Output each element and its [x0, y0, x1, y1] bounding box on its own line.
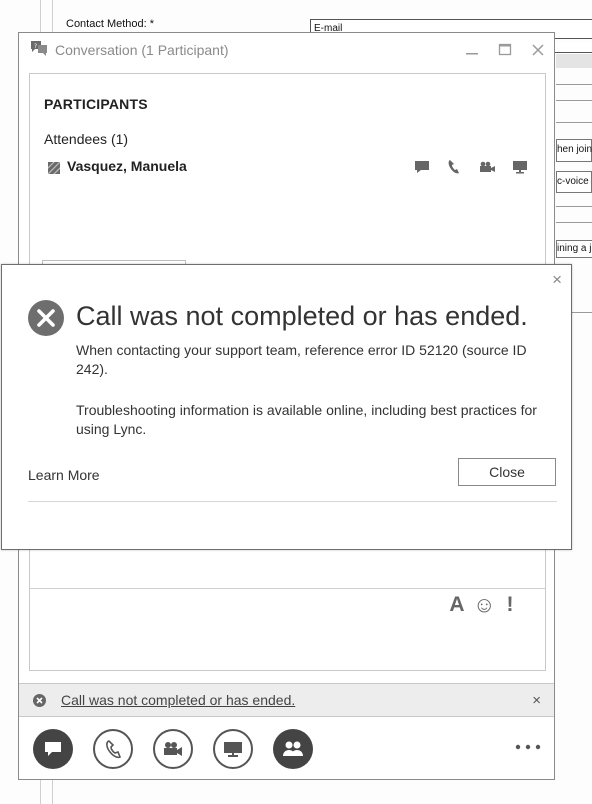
form-row-divider	[556, 84, 592, 85]
priority-icon[interactable]: !	[503, 594, 517, 616]
notification-close-icon[interactable]: ×	[532, 692, 541, 709]
contact-method-label: Contact Method: *	[66, 18, 155, 30]
screen-share-icon[interactable]	[510, 158, 530, 176]
close-icon[interactable]	[528, 40, 548, 60]
dialog-divider	[28, 501, 557, 502]
screen-share-button[interactable]	[213, 729, 253, 769]
compose-icons: A ☺ !	[447, 594, 527, 616]
learn-more-link[interactable]: Learn More	[28, 467, 100, 483]
form-field-text: c-voice	[557, 176, 589, 187]
conversation-title: Conversation (1 Participant)	[55, 42, 229, 58]
font-icon[interactable]: A	[447, 594, 467, 616]
error-dialog: × Call was not completed or has ended. W…	[1, 264, 572, 550]
phone-button[interactable]	[93, 729, 133, 769]
svg-text:?: ?	[34, 43, 37, 50]
im-button[interactable]	[33, 729, 73, 769]
participants-icon	[283, 741, 303, 756]
phone-icon[interactable]	[444, 158, 464, 176]
form-field[interactable]: hen join	[556, 139, 592, 162]
form-row-divider	[556, 122, 592, 123]
screen-share-icon	[224, 742, 242, 757]
form-row-divider	[556, 100, 592, 101]
error-circle-icon	[28, 300, 64, 336]
im-icon	[45, 742, 61, 756]
form-row-divider	[556, 222, 592, 223]
conversation-titlebar[interactable]: ? Conversation (1 Participant)	[19, 33, 554, 67]
participants-button[interactable]	[273, 729, 313, 769]
conversation-toolbar	[19, 717, 554, 779]
form-field[interactable]: ining a j	[556, 240, 592, 258]
phone-icon	[106, 740, 122, 759]
close-button[interactable]: Close	[458, 458, 556, 486]
maximize-icon[interactable]	[495, 40, 515, 60]
dialog-message-error-id: When contacting your support team, refer…	[76, 342, 527, 377]
attendee-row[interactable]: Vasquez, Manuela	[44, 158, 538, 178]
more-options-icon[interactable]	[514, 737, 542, 757]
video-icon	[164, 742, 182, 756]
form-field[interactable]: c-voice	[556, 171, 592, 193]
im-icon[interactable]	[412, 158, 432, 176]
attendees-label[interactable]: Attendees (1)	[44, 131, 128, 147]
participants-heading: PARTICIPANTS	[44, 96, 148, 112]
form-field-text: hen join	[557, 144, 592, 155]
attendee-name[interactable]: Vasquez, Manuela	[67, 158, 187, 174]
presence-icon	[44, 158, 64, 178]
notification-link[interactable]: Call was not completed or has ended.	[61, 692, 295, 708]
dialog-message-troubleshooting: Troubleshooting information is available…	[76, 402, 537, 437]
minimize-icon[interactable]	[462, 40, 482, 60]
emoticon-icon[interactable]: ☺	[473, 594, 495, 616]
dialog-title: Call was not completed or has ended.	[76, 301, 528, 331]
video-button[interactable]	[153, 729, 193, 769]
dialog-close-icon[interactable]: ×	[552, 271, 562, 288]
form-row-divider	[556, 206, 592, 207]
video-icon[interactable]	[477, 158, 497, 176]
form-field-text: ining a j	[557, 243, 592, 254]
error-small-icon	[33, 694, 46, 707]
notification-bar: Call was not completed or has ended. ×	[19, 683, 554, 717]
form-section-bar	[556, 54, 592, 68]
conversation-icon: ?	[29, 40, 49, 58]
